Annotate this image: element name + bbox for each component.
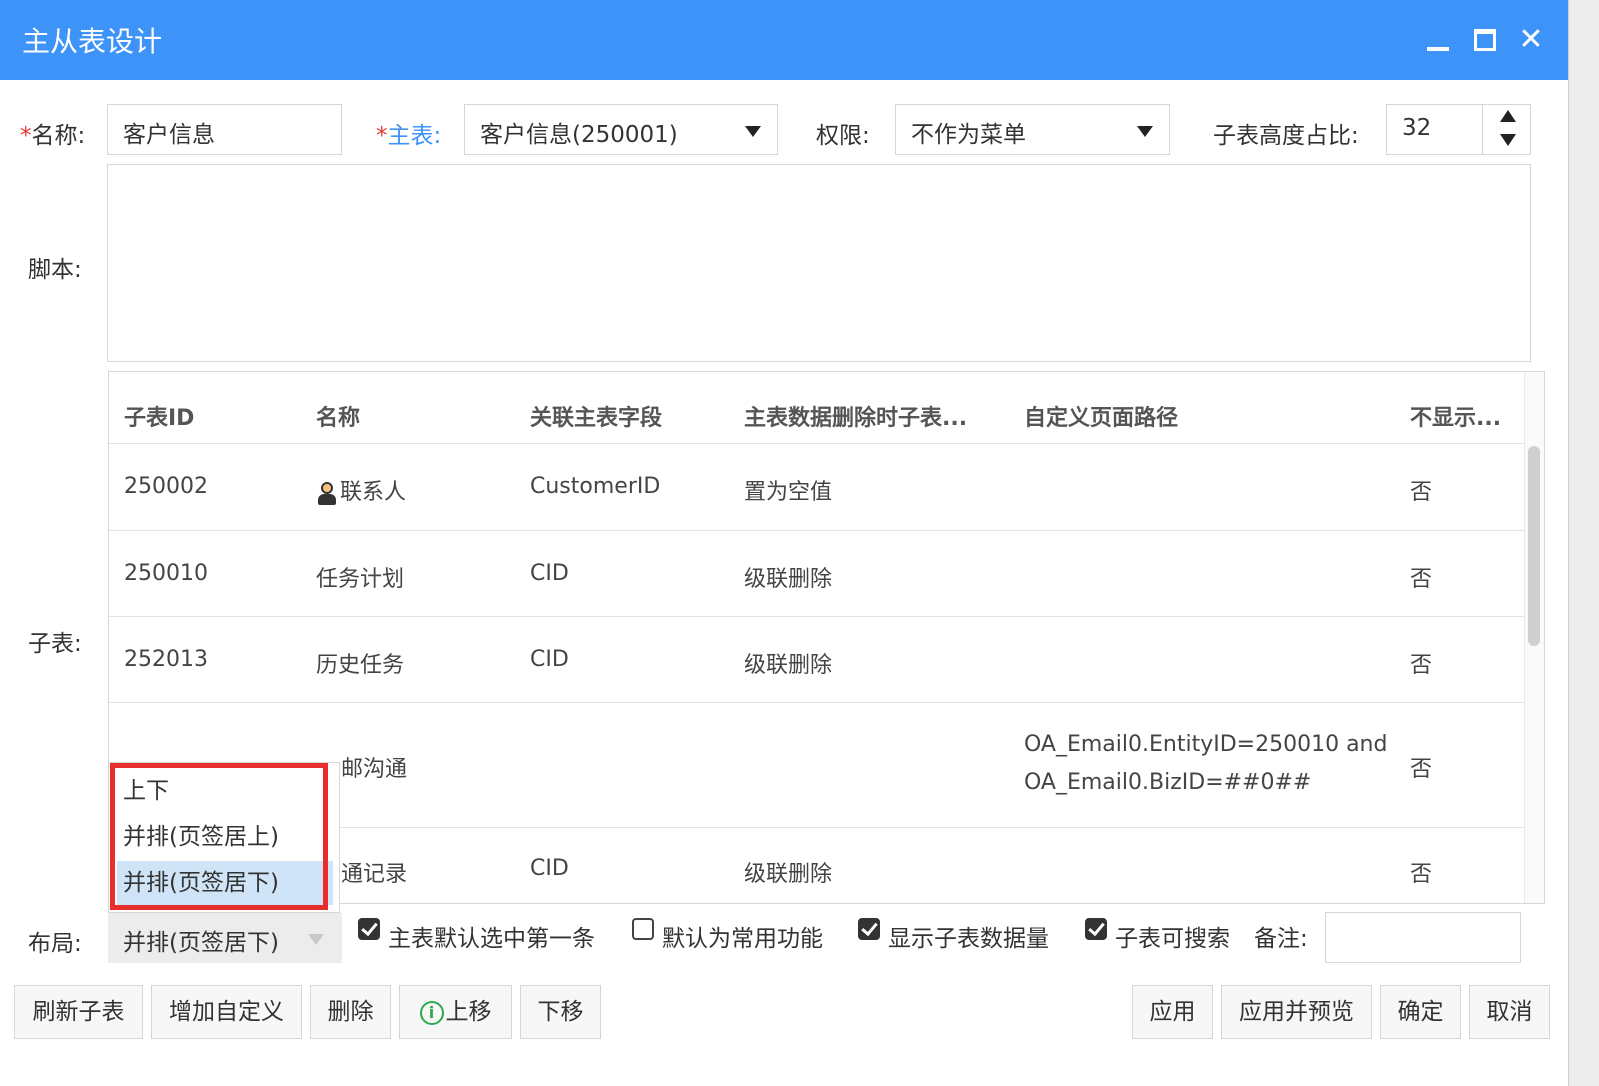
script-textarea[interactable] [107,164,1531,362]
cell-id: 250002 [124,474,208,499]
checkbox-subtable-searchable[interactable] [1085,918,1107,940]
name-input[interactable]: 客户信息 [107,104,342,155]
cell-name: 历史任务 [316,653,405,678]
permission-select[interactable]: 不作为菜单 [895,104,1170,155]
cell-on-delete: 级联删除 [744,862,833,887]
checkbox-label[interactable]: 主表默认选中第一条 [388,919,595,953]
cell-on-delete: 置为空值 [744,480,833,505]
ratio-stepper[interactable] [1482,104,1531,154]
main-table-select[interactable]: 客户信息(250001) [464,104,778,155]
remark-label: 备注: [1254,926,1308,952]
cell-on-delete: 级联删除 [744,567,833,592]
ok-button[interactable]: 确定 [1380,985,1461,1039]
cell-name: 联系人 [316,474,406,506]
add-custom-button[interactable]: 增加自定义 [151,985,302,1039]
background-edge [1568,0,1599,1086]
title-bar[interactable]: 主从表设计 ✕ [0,0,1568,80]
cell-path: OA_Email0.EntityID=250010 and [1024,732,1388,757]
main-table-label: 主表: [376,116,442,150]
cell-name: 通记录 [341,862,408,887]
cell-field: CustomerID [530,474,661,499]
column-header[interactable]: 不显示... [1410,400,1501,432]
chevron-down-icon [745,126,761,137]
permission-label: 权限: [816,123,870,149]
cell-id: 252013 [124,647,208,672]
remark-input[interactable] [1325,912,1521,963]
checkbox-common-function[interactable] [632,918,654,940]
cell-name: 任务计划 [316,567,405,592]
checkbox-label[interactable]: 默认为常用功能 [662,919,823,953]
cancel-button[interactable]: 取消 [1469,985,1550,1039]
cell-on-delete: 级联删除 [744,653,833,678]
window-title: 主从表设计 [22,25,163,58]
chevron-down-icon [1137,126,1153,137]
apply-button[interactable]: 应用 [1132,985,1213,1039]
chevron-down-icon [308,934,324,945]
info-icon: i [419,1000,444,1025]
spin-up-icon[interactable] [1500,110,1516,122]
cell-hidden: 否 [1410,653,1433,678]
cell-hidden: 否 [1410,757,1433,782]
column-header[interactable]: 自定义页面路径 [1024,400,1178,432]
minimize-icon[interactable] [1418,18,1458,62]
cell-field: CID [530,856,569,881]
cell-id: 250010 [124,561,208,586]
column-header[interactable]: 子表ID [124,400,194,432]
apply-preview-button[interactable]: 应用并预览 [1221,985,1372,1039]
script-label: 脚本: [28,257,82,283]
name-label: 名称: [20,116,86,150]
column-header[interactable]: 名称 [316,400,360,432]
checkbox-show-subtable-count[interactable] [858,918,880,940]
cell-hidden: 否 [1410,567,1433,592]
refresh-subtable-button[interactable]: 刷新子表 [14,985,143,1039]
table-row[interactable]: 252013 历史任务 CID 级联删除 否 [109,616,1525,703]
spin-down-icon[interactable] [1500,134,1516,146]
delete-button[interactable]: 删除 [310,985,391,1039]
subtable-height-ratio-label: 子表高度占比: [1213,123,1359,149]
table-row[interactable]: 250002 联系人 CustomerID 置为空值 否 [109,443,1525,531]
layout-label: 布局: [28,931,82,957]
contact-person-icon [316,481,338,505]
layout-select[interactable]: 并排(页签居下) [108,913,342,963]
maximize-icon[interactable] [1465,18,1505,62]
subtable-label: 子表: [28,631,82,657]
cell-name: 邮沟通 [341,757,408,782]
cell-hidden: 否 [1410,862,1433,887]
cell-path: OA_Email0.BizID=##0## [1024,770,1312,795]
move-down-button[interactable]: 下移 [520,985,601,1039]
column-header[interactable]: 关联主表字段 [530,400,662,432]
checkbox-label[interactable]: 显示子表数据量 [888,919,1049,953]
close-icon[interactable]: ✕ [1511,18,1551,62]
scrollbar-thumb[interactable] [1528,446,1540,646]
column-header[interactable]: 主表数据删除时子表... [744,400,967,432]
checkbox-select-first-row[interactable] [358,918,380,940]
grid-scrollbar[interactable] [1524,372,1544,903]
table-row[interactable]: 250010 任务计划 CID 级联删除 否 [109,530,1525,617]
move-up-button[interactable]: i 上移 [399,985,512,1039]
highlight-box [110,763,328,910]
cell-field: CID [530,561,569,586]
master-detail-dialog: 主从表设计 ✕ 名称: 客户信息 主表: 客户信息(250001) 权限: 不作… [0,0,1568,1086]
cell-field: CID [530,647,569,672]
checkbox-label[interactable]: 子表可搜索 [1115,919,1230,953]
cell-hidden: 否 [1410,480,1433,505]
